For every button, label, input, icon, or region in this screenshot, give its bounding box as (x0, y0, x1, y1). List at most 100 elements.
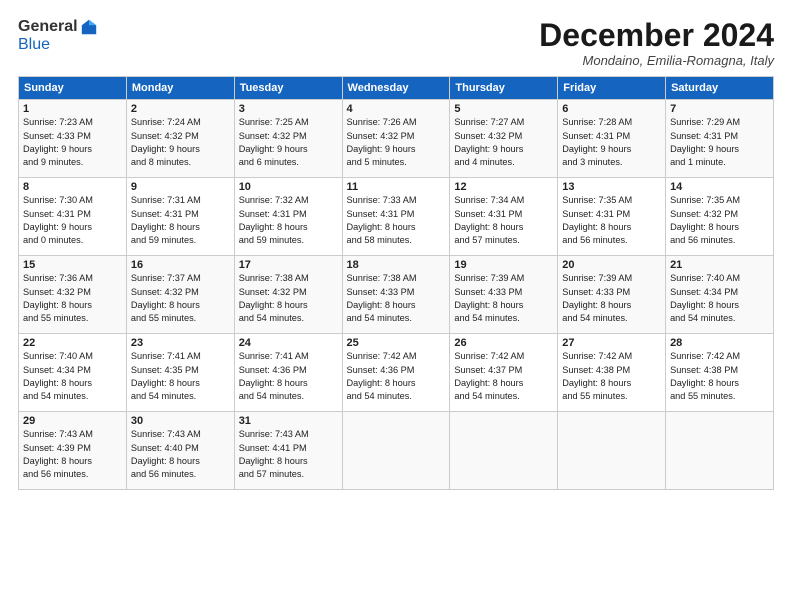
cell-content: Sunrise: 7:40 AM Sunset: 4:34 PM Dayligh… (23, 350, 122, 403)
cell-content: Sunrise: 7:43 AM Sunset: 4:40 PM Dayligh… (131, 428, 230, 481)
cell-content: Sunrise: 7:36 AM Sunset: 4:32 PM Dayligh… (23, 272, 122, 325)
table-row: 1Sunrise: 7:23 AM Sunset: 4:33 PM Daylig… (19, 100, 127, 178)
day-number: 22 (23, 337, 122, 349)
cell-content: Sunrise: 7:25 AM Sunset: 4:32 PM Dayligh… (239, 116, 338, 169)
table-row: 22Sunrise: 7:40 AM Sunset: 4:34 PM Dayli… (19, 334, 127, 412)
table-row: 10Sunrise: 7:32 AM Sunset: 4:31 PM Dayli… (234, 178, 342, 256)
day-number: 23 (131, 337, 230, 349)
table-row: 8Sunrise: 7:30 AM Sunset: 4:31 PM Daylig… (19, 178, 127, 256)
cell-content: Sunrise: 7:41 AM Sunset: 4:35 PM Dayligh… (131, 350, 230, 403)
table-row: 23Sunrise: 7:41 AM Sunset: 4:35 PM Dayli… (126, 334, 234, 412)
cell-content: Sunrise: 7:42 AM Sunset: 4:37 PM Dayligh… (454, 350, 553, 403)
col-wednesday: Wednesday (342, 77, 450, 100)
table-row: 24Sunrise: 7:41 AM Sunset: 4:36 PM Dayli… (234, 334, 342, 412)
day-number: 6 (562, 103, 661, 115)
table-row (342, 412, 450, 490)
table-row: 6Sunrise: 7:28 AM Sunset: 4:31 PM Daylig… (558, 100, 666, 178)
col-sunday: Sunday (19, 77, 127, 100)
table-row: 12Sunrise: 7:34 AM Sunset: 4:31 PM Dayli… (450, 178, 558, 256)
cell-content: Sunrise: 7:38 AM Sunset: 4:33 PM Dayligh… (347, 272, 446, 325)
table-row: 5Sunrise: 7:27 AM Sunset: 4:32 PM Daylig… (450, 100, 558, 178)
table-row: 18Sunrise: 7:38 AM Sunset: 4:33 PM Dayli… (342, 256, 450, 334)
col-tuesday: Tuesday (234, 77, 342, 100)
day-number: 11 (347, 181, 446, 193)
cell-content: Sunrise: 7:42 AM Sunset: 4:36 PM Dayligh… (347, 350, 446, 403)
day-number: 24 (239, 337, 338, 349)
logo: General Blue (18, 18, 98, 54)
day-number: 10 (239, 181, 338, 193)
cell-content: Sunrise: 7:27 AM Sunset: 4:32 PM Dayligh… (454, 116, 553, 169)
table-row: 25Sunrise: 7:42 AM Sunset: 4:36 PM Dayli… (342, 334, 450, 412)
day-number: 29 (23, 415, 122, 427)
day-number: 9 (131, 181, 230, 193)
table-row: 7Sunrise: 7:29 AM Sunset: 4:31 PM Daylig… (666, 100, 774, 178)
day-number: 13 (562, 181, 661, 193)
day-number: 27 (562, 337, 661, 349)
day-number: 3 (239, 103, 338, 115)
table-row: 31Sunrise: 7:43 AM Sunset: 4:41 PM Dayli… (234, 412, 342, 490)
day-number: 14 (670, 181, 769, 193)
day-number: 26 (454, 337, 553, 349)
cell-content: Sunrise: 7:33 AM Sunset: 4:31 PM Dayligh… (347, 194, 446, 247)
day-number: 2 (131, 103, 230, 115)
day-number: 21 (670, 259, 769, 271)
table-row: 3Sunrise: 7:25 AM Sunset: 4:32 PM Daylig… (234, 100, 342, 178)
day-number: 5 (454, 103, 553, 115)
cell-content: Sunrise: 7:38 AM Sunset: 4:32 PM Dayligh… (239, 272, 338, 325)
day-number: 30 (131, 415, 230, 427)
day-number: 4 (347, 103, 446, 115)
location: Mondaino, Emilia-Romagna, Italy (539, 53, 774, 68)
cell-content: Sunrise: 7:29 AM Sunset: 4:31 PM Dayligh… (670, 116, 769, 169)
logo-icon (80, 18, 98, 36)
col-friday: Friday (558, 77, 666, 100)
day-number: 15 (23, 259, 122, 271)
cell-content: Sunrise: 7:41 AM Sunset: 4:36 PM Dayligh… (239, 350, 338, 403)
table-row: 21Sunrise: 7:40 AM Sunset: 4:34 PM Dayli… (666, 256, 774, 334)
table-row: 13Sunrise: 7:35 AM Sunset: 4:31 PM Dayli… (558, 178, 666, 256)
cell-content: Sunrise: 7:35 AM Sunset: 4:32 PM Dayligh… (670, 194, 769, 247)
cell-content: Sunrise: 7:39 AM Sunset: 4:33 PM Dayligh… (562, 272, 661, 325)
cell-content: Sunrise: 7:39 AM Sunset: 4:33 PM Dayligh… (454, 272, 553, 325)
day-number: 16 (131, 259, 230, 271)
cell-content: Sunrise: 7:26 AM Sunset: 4:32 PM Dayligh… (347, 116, 446, 169)
day-number: 8 (23, 181, 122, 193)
day-number: 12 (454, 181, 553, 193)
calendar-table: Sunday Monday Tuesday Wednesday Thursday… (18, 76, 774, 490)
table-row: 17Sunrise: 7:38 AM Sunset: 4:32 PM Dayli… (234, 256, 342, 334)
table-row: 26Sunrise: 7:42 AM Sunset: 4:37 PM Dayli… (450, 334, 558, 412)
col-monday: Monday (126, 77, 234, 100)
day-number: 28 (670, 337, 769, 349)
day-number: 18 (347, 259, 446, 271)
header-row: Sunday Monday Tuesday Wednesday Thursday… (19, 77, 774, 100)
cell-content: Sunrise: 7:24 AM Sunset: 4:32 PM Dayligh… (131, 116, 230, 169)
table-row: 30Sunrise: 7:43 AM Sunset: 4:40 PM Dayli… (126, 412, 234, 490)
calendar-week-row: 29Sunrise: 7:43 AM Sunset: 4:39 PM Dayli… (19, 412, 774, 490)
logo-blue-text: Blue (18, 36, 50, 53)
cell-content: Sunrise: 7:23 AM Sunset: 4:33 PM Dayligh… (23, 116, 122, 169)
table-row (450, 412, 558, 490)
day-number: 31 (239, 415, 338, 427)
cell-content: Sunrise: 7:37 AM Sunset: 4:32 PM Dayligh… (131, 272, 230, 325)
table-row: 28Sunrise: 7:42 AM Sunset: 4:38 PM Dayli… (666, 334, 774, 412)
cell-content: Sunrise: 7:32 AM Sunset: 4:31 PM Dayligh… (239, 194, 338, 247)
month-title: December 2024 (539, 18, 774, 53)
day-number: 20 (562, 259, 661, 271)
table-row: 20Sunrise: 7:39 AM Sunset: 4:33 PM Dayli… (558, 256, 666, 334)
cell-content: Sunrise: 7:43 AM Sunset: 4:41 PM Dayligh… (239, 428, 338, 481)
table-row: 2Sunrise: 7:24 AM Sunset: 4:32 PM Daylig… (126, 100, 234, 178)
table-row: 27Sunrise: 7:42 AM Sunset: 4:38 PM Dayli… (558, 334, 666, 412)
table-row: 19Sunrise: 7:39 AM Sunset: 4:33 PM Dayli… (450, 256, 558, 334)
cell-content: Sunrise: 7:30 AM Sunset: 4:31 PM Dayligh… (23, 194, 122, 247)
day-number: 25 (347, 337, 446, 349)
table-row: 16Sunrise: 7:37 AM Sunset: 4:32 PM Dayli… (126, 256, 234, 334)
day-number: 1 (23, 103, 122, 115)
cell-content: Sunrise: 7:43 AM Sunset: 4:39 PM Dayligh… (23, 428, 122, 481)
cell-content: Sunrise: 7:42 AM Sunset: 4:38 PM Dayligh… (670, 350, 769, 403)
title-area: December 2024 Mondaino, Emilia-Romagna, … (539, 18, 774, 68)
table-row (558, 412, 666, 490)
calendar-week-row: 15Sunrise: 7:36 AM Sunset: 4:32 PM Dayli… (19, 256, 774, 334)
day-number: 7 (670, 103, 769, 115)
col-thursday: Thursday (450, 77, 558, 100)
header: General Blue December 2024 Mondaino, Emi… (18, 18, 774, 68)
table-row: 4Sunrise: 7:26 AM Sunset: 4:32 PM Daylig… (342, 100, 450, 178)
